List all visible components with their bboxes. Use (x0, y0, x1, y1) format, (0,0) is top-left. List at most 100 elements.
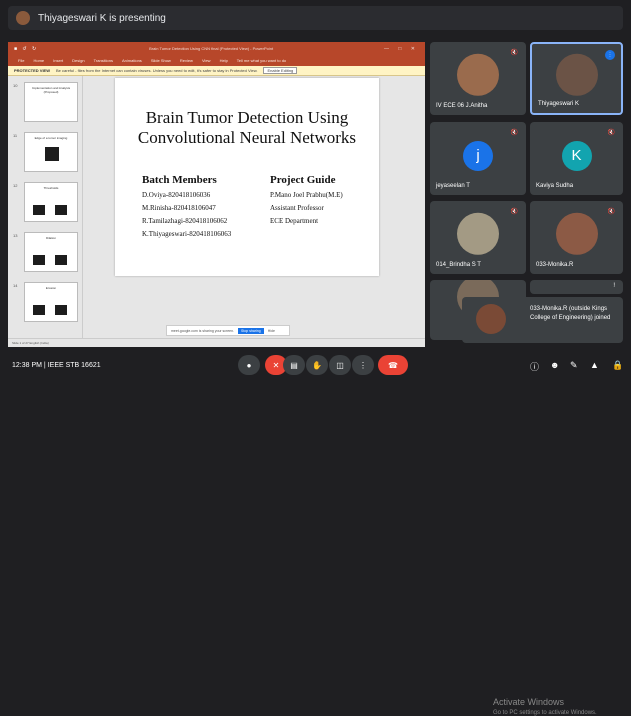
ribbon-tab: Design (72, 58, 85, 63)
participant-name: jeyaseelan T (436, 183, 470, 189)
thumbnail-image (55, 305, 67, 315)
ribbon-tab: View (201, 58, 211, 63)
thumbnail-number: 11 (13, 133, 18, 138)
mic-muted-icon: 🔇 (510, 130, 518, 136)
slide-title-line-1: Brain Tumor Detection Using (145, 108, 349, 127)
thumbnail-number: 10 (13, 83, 18, 88)
thumbnail-image (33, 305, 45, 315)
participant-tile[interactable]: 🔇 K Kaviya Sudha (530, 122, 623, 195)
member-line: R.Tamilazhagi-820418106062 (142, 217, 228, 225)
thumbnail-image (55, 255, 67, 265)
powerpoint-body: 10 Implementation and Analysis (Proposed… (8, 76, 425, 338)
powerpoint-title-bar: ■ ↺ ↻ Brain Tumor Detection Using CNN fi… (8, 42, 425, 55)
participant-tile-speaking[interactable]: ⋮ Thiyageswari K (530, 42, 623, 115)
slide-thumbnail-pane: 10 Implementation and Analysis (Proposed… (8, 76, 83, 338)
info-icon[interactable]: ⓘ (530, 360, 539, 373)
current-slide: Brain Tumor Detection Using Convolutiona… (115, 78, 379, 276)
participant-avatar (457, 212, 499, 255)
audio-level-icon: ⋮ (605, 50, 615, 60)
member-line: K.Thiyageswari-820418106063 (142, 230, 232, 238)
present-icon[interactable]: ◫ (329, 355, 351, 375)
participant-tile-partial[interactable]: ! (530, 280, 623, 294)
end-call-icon[interactable]: ☎ (378, 355, 408, 375)
member-line: M.Rinisha-820418106047 (142, 204, 216, 212)
ribbon-tab: Help (219, 58, 228, 63)
participant-tile[interactable]: 🔇 033-Monika.R (530, 201, 623, 274)
ribbon-tab: Review (179, 58, 193, 63)
thumbnail-title: Implementation and Analysis (Proposed) (31, 86, 71, 94)
powerpoint-ribbon-tabs: File Home Insert Design Transitions Anim… (8, 55, 425, 66)
meeting-info: 12:38 PM | IEEE STB 16621 (12, 362, 101, 369)
ribbon-tab: Slide Show (150, 58, 171, 63)
raise-hand-icon[interactable]: ✋ (306, 355, 328, 375)
slide-thumbnail: 13 Dilation (13, 232, 78, 272)
thumbnail-title: Edge of a tumor imaging (34, 136, 68, 140)
powerpoint-status-bar: Slide 1 of 27 English (India) (8, 338, 425, 347)
slide-thumbnail: 12 Thresholds (13, 182, 78, 222)
protected-view-label: PROTECTED VIEW (14, 68, 51, 73)
hide-button[interactable]: Hide (268, 329, 275, 333)
mic-muted-icon: 🔇 (607, 130, 615, 136)
captions-icon[interactable]: ▤ (283, 355, 305, 375)
screen-share-notice: meet.google.com is sharing your screen. … (166, 325, 290, 336)
shared-screen: ■ ↺ ↻ Brain Tumor Detection Using CNN fi… (8, 42, 425, 347)
meeting-control-bar: 12:38 PM | IEEE STB 16621 ● ✕ ▤ ✋ ◫ ⋮ ☎ … (0, 348, 631, 716)
chat-icon[interactable]: ✎ (570, 360, 578, 371)
mic-muted-icon: 🔇 (510, 209, 518, 215)
participant-avatar (555, 212, 598, 255)
stop-sharing-button[interactable]: Stop sharing (238, 327, 264, 334)
thumbnail-title: Erosion (45, 286, 57, 290)
thumbnail-image (33, 255, 45, 265)
thumbnail-title: Thresholds (43, 186, 59, 190)
window-controls: — □ ✕ (384, 45, 419, 52)
join-notification: 033-Monika.R (outside Kings College of E… (462, 297, 623, 343)
powerpoint-window-title: Brain Tumor Detection Using CNN final (P… (149, 46, 274, 51)
protected-view-bar: PROTECTED VIEW Be careful - files from t… (8, 66, 425, 76)
participant-tile[interactable]: 🔇 IV ECE 06 J.Anitha (430, 42, 526, 115)
participant-avatar (555, 53, 598, 96)
slide-thumbnail: 14 Erosion (13, 282, 78, 322)
presenting-text: Thiyageswari K is presenting (38, 12, 166, 24)
participant-tile[interactable]: 🔇 j jeyaseelan T (430, 122, 526, 195)
activities-icon[interactable]: ▲ (590, 360, 599, 370)
protected-view-message: Be careful - files from the Internet can… (56, 68, 258, 73)
activate-windows-title: Activate Windows (493, 697, 565, 707)
thumbnail-number: 13 (13, 233, 18, 238)
people-icon[interactable]: ☻ (550, 360, 559, 370)
notification-text: 033-Monika.R (outside Kings College of E… (530, 306, 611, 321)
thumbnail-title: Dilation (45, 236, 56, 240)
thumbnail-number: 14 (13, 283, 18, 288)
participant-tile[interactable]: 🔇 014_Brindha S T (430, 201, 526, 274)
quick-access-icons: ■ ↺ ↻ (14, 45, 39, 52)
enable-editing-button: Enable Editing (263, 67, 298, 74)
thumbnail-image (55, 205, 67, 215)
ribbon-tab: Animations (122, 58, 142, 63)
status-text: Slide 1 of 27 English (India) (12, 341, 49, 345)
activate-windows-subtitle: Go to PC settings to activate Windows. (493, 710, 597, 716)
participant-avatar (457, 53, 499, 96)
thumbnail-image (33, 205, 45, 215)
meeting-separator: | (43, 362, 46, 369)
lock-icon[interactable]: 🔒 (612, 360, 623, 371)
more-icon[interactable]: ⋮ (352, 355, 374, 375)
presenting-banner: Thiyageswari K is presenting (8, 6, 623, 30)
participant-name: 014_Brindha S T (436, 262, 481, 268)
ribbon-tab: Home (33, 58, 45, 63)
participant-initial: K (561, 140, 592, 171)
participant-name: Kaviya Sudha (536, 183, 574, 189)
batch-members-heading: Batch Members (142, 174, 217, 186)
ribbon-tab: Transitions (93, 58, 114, 63)
guide-line: P.Mano Joel Prabhu(M.E) (270, 191, 343, 199)
mic-muted-icon: 🔇 (607, 209, 615, 215)
slide-thumbnail: 11 Edge of a tumor imaging (13, 132, 78, 172)
alert-icon: ! (613, 283, 615, 289)
guide-line: ECE Department (270, 217, 319, 225)
presenter-avatar (16, 11, 30, 25)
ribbon-tab: File (18, 58, 25, 63)
thumbnail-number: 12 (13, 183, 18, 188)
participant-name: Thiyageswari K (538, 101, 580, 107)
mic-icon[interactable]: ● (238, 355, 260, 375)
participant-name: IV ECE 06 J.Anitha (436, 103, 488, 109)
mic-muted-icon: 🔇 (510, 50, 518, 56)
meeting-code: IEEE STB 16621 (47, 362, 101, 369)
